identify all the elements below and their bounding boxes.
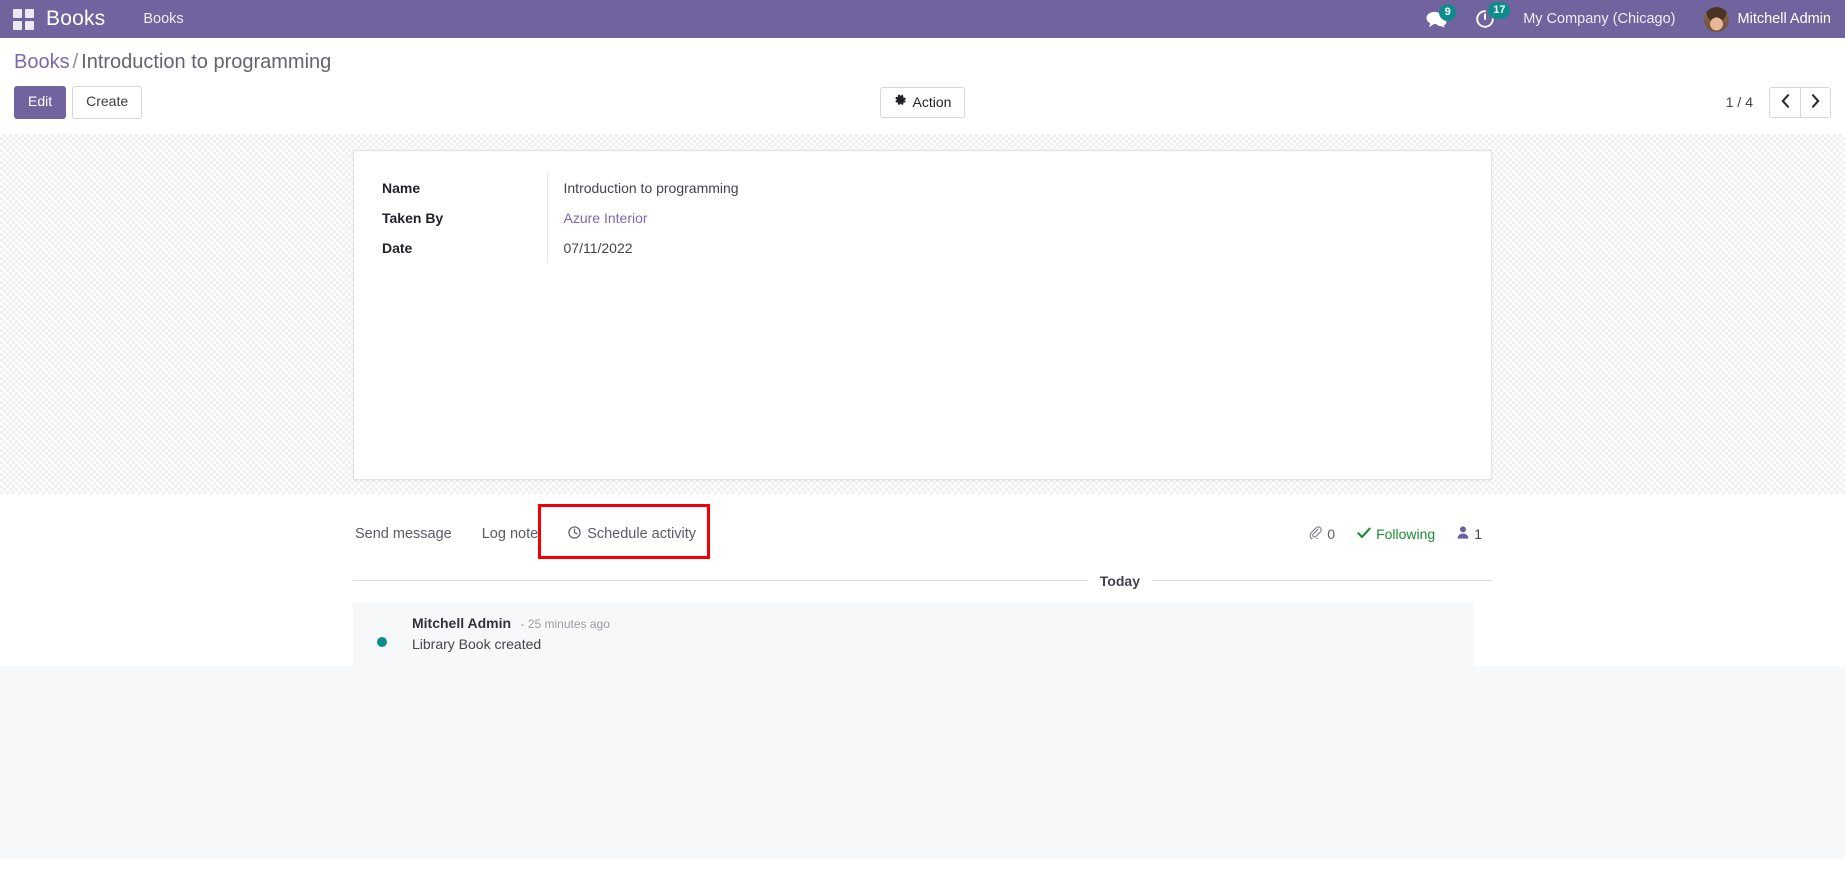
navbar-right-group: 9 17 My Company (Chicago) Mitchell Admin <box>1426 0 1845 38</box>
chevron-left-icon <box>1781 94 1790 111</box>
field-value-name[interactable]: Introduction to programming <box>546 172 1022 203</box>
page-bottom-filler <box>0 665 1845 858</box>
attachment-count: 0 <box>1327 526 1336 542</box>
pager-previous-button[interactable] <box>1769 86 1800 118</box>
message-text: Library Book created <box>412 635 542 652</box>
user-icon <box>1457 526 1469 542</box>
chatter-topbar: Send message Log note Schedule activity <box>353 503 1492 569</box>
form-view-background: Name Introduction to programming Taken B… <box>0 134 1845 494</box>
form-sheet: Name Introduction to programming Taken B… <box>353 149 1492 480</box>
attachment-count-button[interactable]: 0 <box>1309 526 1335 542</box>
message-author: Mitchell Admin <box>412 614 512 631</box>
user-menu[interactable]: Mitchell Admin <box>1703 6 1831 32</box>
gear-icon <box>894 94 907 110</box>
messaging-count-badge: 9 <box>1439 3 1457 21</box>
edit-button[interactable]: Edit <box>14 86 67 119</box>
followers-count: 1 <box>1474 526 1482 542</box>
taken-by-link[interactable]: Azure Interior <box>564 210 648 226</box>
messaging-menu-button[interactable]: 9 <box>1426 3 1457 28</box>
activities-count-badge: 17 <box>1488 2 1511 19</box>
breadcrumb-parent-link[interactable]: Books <box>14 51 70 73</box>
message-avatar-wrapper <box>367 614 399 647</box>
message-item: Mitchell Admin - 25 minutes ago Library … <box>353 602 1474 666</box>
action-menu-label: Action <box>912 93 952 110</box>
brand-title[interactable]: Books <box>46 7 105 31</box>
pager: 1 / 4 <box>1725 86 1831 118</box>
breadcrumb-current: Introduction to programming <box>81 51 332 73</box>
user-name-label: Mitchell Admin <box>1737 11 1831 27</box>
paperclip-icon <box>1309 526 1322 542</box>
followers-count-button[interactable]: 1 <box>1457 526 1482 542</box>
action-menu-button[interactable]: Action <box>879 86 966 118</box>
chevron-right-icon <box>1811 94 1820 111</box>
send-message-button[interactable]: Send message <box>353 516 454 552</box>
breadcrumb-separator: / <box>72 51 79 73</box>
clock-icon <box>568 525 581 543</box>
form-fields-table: Name Introduction to programming Taken B… <box>382 172 1022 263</box>
apps-menu-button[interactable] <box>0 0 46 38</box>
activities-menu-button[interactable]: 17 <box>1475 2 1511 29</box>
breadcrumb: Books / Introduction to programming <box>14 38 1831 80</box>
company-switcher[interactable]: My Company (Chicago) <box>1523 11 1675 27</box>
check-icon <box>1357 526 1371 542</box>
form-field-row: Name Introduction to programming <box>382 172 1022 203</box>
create-button[interactable]: Create <box>72 86 143 119</box>
message-header: Mitchell Admin - 25 minutes ago <box>412 615 610 633</box>
avatar <box>1703 6 1729 32</box>
message-body: Mitchell Admin - 25 minutes ago Library … <box>412 614 610 652</box>
following-label: Following <box>1376 526 1436 542</box>
schedule-activity-button[interactable]: Schedule activity <box>566 516 698 553</box>
chatter-stats: 0 Following 1 <box>1309 526 1482 542</box>
field-label-taken-by: Taken By <box>382 209 444 226</box>
nav-menu-item-books[interactable]: Books <box>141 7 185 31</box>
date-separator-label: Today <box>1099 572 1140 589</box>
following-toggle-button[interactable]: Following <box>1357 526 1435 542</box>
control-panel: Books / Introduction to programming Edit C… <box>0 38 1845 134</box>
date-separator: Today <box>353 569 1492 603</box>
pager-next-button[interactable] <box>1800 86 1831 118</box>
date-separator-line-left <box>353 580 1088 581</box>
field-label-name: Name <box>382 179 421 196</box>
log-note-button[interactable]: Log note <box>480 516 540 552</box>
online-status-indicator <box>377 636 387 647</box>
field-value-taken-by: Azure Interior <box>546 202 1022 233</box>
chatter: Send message Log note Schedule activity <box>353 494 1492 666</box>
field-label-date: Date <box>382 239 413 256</box>
pager-buttons <box>1769 86 1831 118</box>
action-menu-group: Action <box>879 86 966 118</box>
message-timestamp: - 25 minutes ago <box>520 616 610 631</box>
date-separator-line-right <box>1152 580 1492 581</box>
field-value-date[interactable]: 07/11/2022 <box>546 232 1022 263</box>
apps-grid-icon <box>12 8 34 30</box>
top-navbar: Books Books 9 17 My Company (Chicago) Mi… <box>0 0 1845 38</box>
control-panel-buttons: Edit Create Action 1 / 4 <box>14 80 1831 133</box>
pager-counter: 1 / 4 <box>1725 94 1753 111</box>
schedule-activity-label: Schedule activity <box>587 526 696 542</box>
form-field-row: Date 07/11/2022 <box>382 232 1022 263</box>
form-field-row: Taken By Azure Interior <box>382 202 1022 233</box>
